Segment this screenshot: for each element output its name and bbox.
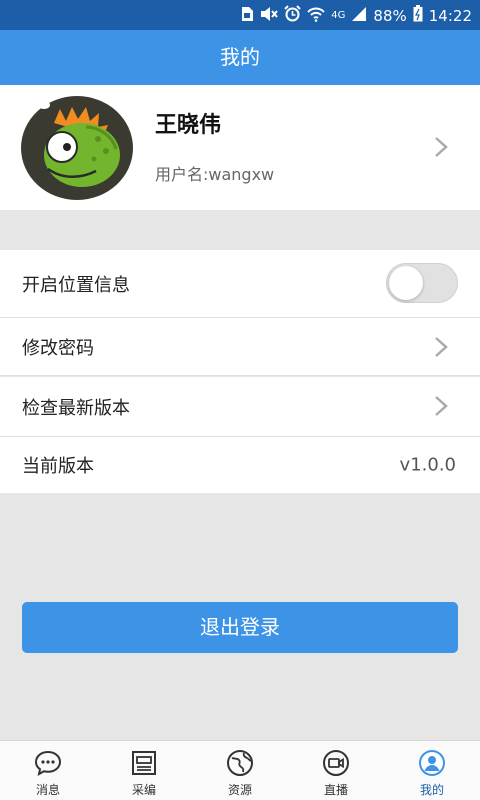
change-password-label: 修改密码: [22, 337, 94, 359]
change-password-row[interactable]: 修改密码: [0, 318, 480, 376]
chat-bubble-icon: [34, 750, 62, 776]
current-version-row: 当前版本 v1.0.0: [0, 437, 480, 493]
tab-label: 我的: [419, 783, 444, 797]
globe-icon: [227, 750, 253, 776]
battery-percent: 88%: [373, 6, 407, 25]
mute-icon: [260, 6, 279, 26]
tab-mine[interactable]: 我的: [384, 741, 480, 800]
location-setting-label: 开启位置信息: [22, 274, 130, 296]
page-title: 我的: [0, 30, 480, 85]
video-camera-icon: [323, 750, 349, 776]
network-type: 4G: [331, 10, 346, 21]
profile-card[interactable]: 王晓伟 用户名:wangxw: [0, 85, 480, 210]
location-toggle[interactable]: [386, 263, 458, 303]
current-version-label: 当前版本: [22, 456, 94, 477]
check-update-label: 检查最新版本: [22, 397, 130, 419]
tab-label: 直播: [323, 783, 348, 797]
chevron-right-icon: [435, 337, 448, 357]
signal-icon: [351, 6, 367, 26]
sim-icon: [240, 6, 254, 26]
alarm-icon: [284, 5, 302, 26]
location-setting-row: 开启位置信息: [0, 250, 480, 318]
check-update-row[interactable]: 检查最新版本: [0, 377, 480, 437]
chevron-right-icon: [435, 137, 448, 157]
profile-name: 王晓伟: [155, 113, 222, 138]
tab-editing[interactable]: 采编: [96, 741, 192, 800]
status-bar: 4G 88% 14:22: [0, 0, 480, 30]
avatar: [21, 96, 133, 200]
newspaper-icon: [132, 751, 156, 775]
tab-label: 资源: [227, 783, 252, 797]
tab-live[interactable]: 直播: [288, 741, 384, 800]
toggle-knob: [389, 266, 423, 300]
battery-icon: [413, 5, 423, 26]
user-icon: [419, 750, 445, 776]
chevron-right-icon: [435, 396, 448, 416]
tab-label: 采编: [131, 783, 156, 797]
bottom-tab-bar: 消息 采编 资源 直播 我的: [0, 740, 480, 800]
tab-messages[interactable]: 消息: [0, 741, 96, 800]
clock: 14:22: [428, 6, 472, 25]
tab-label: 消息: [35, 783, 60, 797]
wifi-icon: [307, 6, 326, 26]
profile-username: 用户名:wangxw: [155, 165, 275, 184]
tab-resources[interactable]: 资源: [192, 741, 288, 800]
logout-button[interactable]: 退出登录: [22, 602, 458, 653]
current-version-value: v1.0.0: [399, 454, 456, 476]
